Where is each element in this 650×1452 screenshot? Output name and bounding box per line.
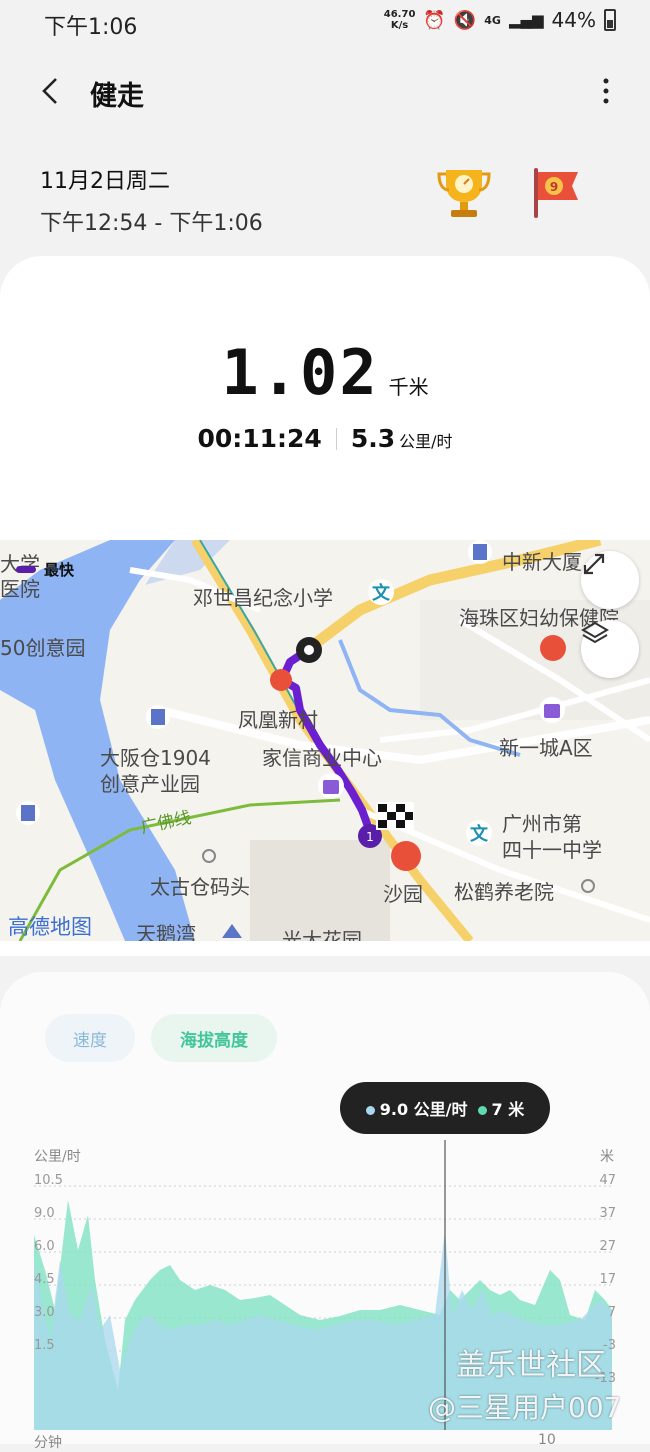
map-label: 四十一中学 xyxy=(502,838,602,862)
map-label: 广州市第 xyxy=(502,812,582,836)
trophy-icon[interactable] xyxy=(436,164,492,220)
map-label: 天鹅湾 xyxy=(136,922,196,941)
right-tick-label: 47 xyxy=(599,1173,616,1188)
route-map[interactable]: 1 文 文 大学 医院 50创意园 邓世昌纪念小学 中新大厦 海珠区妇幼保健院 … xyxy=(0,540,650,941)
watermark-line1: 盖乐世社区 xyxy=(456,1348,606,1383)
back-arrow-icon[interactable] xyxy=(38,76,62,106)
status-icons: 46.70 K/s ⏰ 🔇 4G ▂▄▆ 44% xyxy=(384,8,616,32)
map-attribution: 高德地图 xyxy=(8,915,92,939)
tab-speed[interactable]: 速度 xyxy=(45,1014,135,1062)
session-info: 11月2日周二 下午12:54 - 下午1:06 xyxy=(40,163,263,237)
left-tick-label: 3.0 xyxy=(34,1305,55,1320)
route-legend: 最快 xyxy=(16,559,74,580)
map-label: 50创意园 xyxy=(0,636,86,660)
avg-speed-value: 5.3 xyxy=(350,424,396,453)
page-title: 健走 xyxy=(90,81,144,112)
session-time-range: 下午12:54 - 下午1:06 xyxy=(40,211,263,236)
map-label: 沙园 xyxy=(383,882,423,906)
map-label: 邓世昌纪念小学 xyxy=(193,586,333,610)
distance-row: 1.02 千米 xyxy=(0,338,650,408)
mute-icon: 🔇 xyxy=(453,9,477,31)
map-label: 光大花园 xyxy=(282,928,362,941)
app-header: 健走 xyxy=(0,60,650,120)
expand-map-button[interactable] xyxy=(581,551,639,609)
stats-row: 00:11:24 5.3 公里/时 xyxy=(0,424,650,453)
alarm-icon: ⏰ xyxy=(423,9,446,31)
right-tick-label: 17 xyxy=(599,1272,616,1287)
left-tick-label: 6.0 xyxy=(34,1239,55,1254)
distance-unit: 千米 xyxy=(388,375,429,399)
more-options-icon[interactable] xyxy=(602,76,610,106)
left-tick-label: 10.5 xyxy=(34,1173,63,1188)
session-date: 11月2日周二 xyxy=(40,169,170,194)
svg-text:文: 文 xyxy=(470,823,489,845)
battery-percent: 44% xyxy=(551,8,596,32)
right-tick-label: 37 xyxy=(599,1206,616,1221)
map-label: 凤凰新村 xyxy=(238,708,318,732)
x-axis-end-tick: 10 xyxy=(538,1432,556,1448)
left-tick-label: 4.5 xyxy=(34,1272,55,1287)
right-tick-label: 7 xyxy=(608,1305,616,1320)
map-layers-button[interactable] xyxy=(581,620,639,678)
watermark-line2: @三星用户007 xyxy=(428,1391,622,1424)
svg-text:1: 1 xyxy=(366,830,374,844)
battery-icon xyxy=(604,9,616,31)
x-axis-label: 分钟 xyxy=(34,1435,62,1451)
tab-altitude[interactable]: 海拔高度 xyxy=(151,1014,277,1062)
legend-label: 最快 xyxy=(44,561,75,579)
tooltip-altitude: 7 米 xyxy=(477,1096,524,1120)
duration-value: 00:11:24 xyxy=(197,424,322,453)
signal-type: 4G xyxy=(484,13,501,27)
map-label: 大阪仓1904 xyxy=(100,746,211,770)
stats-divider xyxy=(335,427,337,450)
distance-value: 1.02 xyxy=(221,336,379,409)
speed-dot-icon xyxy=(365,1106,375,1115)
map-label: 太古仓码头 xyxy=(150,875,250,899)
map-label: 中新大厦 xyxy=(502,550,582,574)
left-tick-label: 1.5 xyxy=(34,1338,55,1353)
right-tick-label: 27 xyxy=(599,1239,616,1254)
layers-icon xyxy=(581,621,609,644)
signal-icon: ▂▄▆ xyxy=(508,11,544,29)
avg-speed-unit: 公里/时 xyxy=(399,432,453,451)
altitude-dot-icon xyxy=(477,1106,487,1115)
expand-icon xyxy=(583,553,605,575)
svg-text:9: 9 xyxy=(550,180,558,194)
network-speed: 46.70 K/s xyxy=(383,9,416,31)
map-label: 松鹤养老院 xyxy=(454,880,554,904)
left-tick-label: 9.0 xyxy=(34,1206,55,1221)
flag-badge-icon[interactable]: 9 xyxy=(528,164,584,220)
map-label: 家信商业中心 xyxy=(262,746,382,770)
tooltip-speed: 9.0 公里/时 xyxy=(365,1096,468,1120)
svg-text:文: 文 xyxy=(372,582,391,604)
map-label: 创意产业园 xyxy=(100,772,200,796)
status-bar: 下午1:06 46.70 K/s ⏰ 🔇 4G ▂▄▆ 44% xyxy=(0,0,650,46)
legend-swatch xyxy=(16,566,36,573)
map-label: 新一城A区 xyxy=(499,736,593,760)
chart-tooltip: 9.0 公里/时 7 米 xyxy=(340,1082,550,1134)
status-time: 下午1:06 xyxy=(44,15,138,40)
